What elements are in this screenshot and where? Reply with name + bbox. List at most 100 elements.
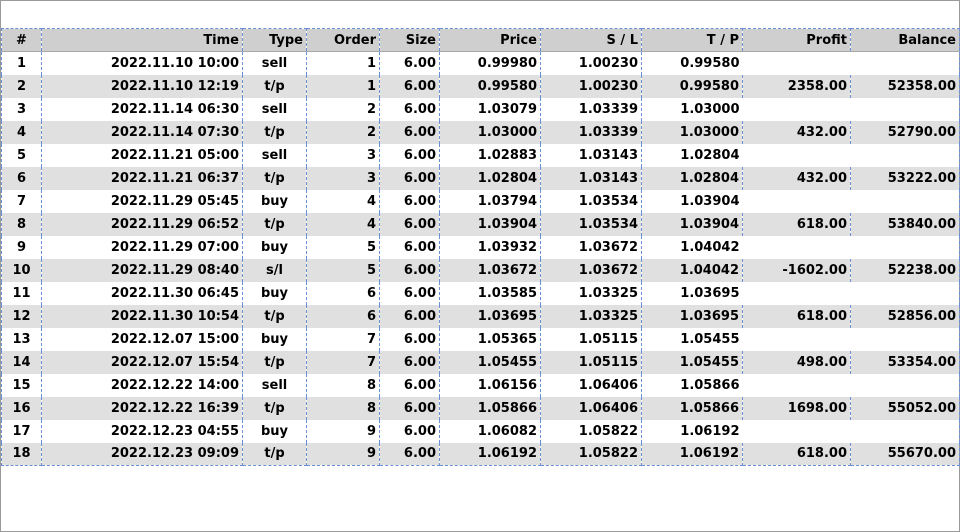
table-row[interactable]: 7 2022.11.29 05:45 buy 4 6.00 1.03794 1.03534 1… xyxy=(1,189,960,213)
col-header-balance[interactable]: Balance xyxy=(850,28,960,52)
cell-profit: 498.00 xyxy=(742,350,851,374)
cell-order: 9 xyxy=(306,419,380,443)
cell-stop-loss: 1.05822 xyxy=(540,419,642,443)
table-row[interactable]: 18 2022.12.23 09:09 t/p 9 6.00 1.06192 1.05822… xyxy=(1,442,960,466)
cell-balance: 52856.00 xyxy=(850,304,960,328)
table-row[interactable]: 16 2022.12.22 16:39 t/p 8 6.00 1.05866 1.06406… xyxy=(1,396,960,420)
cell-profit xyxy=(742,97,851,121)
col-header-number[interactable]: # xyxy=(1,28,42,52)
table-row[interactable]: 4 2022.11.14 07:30 t/p 2 6.00 1.03000 1.03339 1… xyxy=(1,120,960,144)
col-header-price[interactable]: Price xyxy=(439,28,541,52)
cell-profit: 618.00 xyxy=(742,304,851,328)
cell-balance: 55670.00 xyxy=(850,442,960,466)
col-header-order[interactable]: Order xyxy=(306,28,380,52)
cell-size: 6.00 xyxy=(379,281,440,305)
col-header-type[interactable]: Type xyxy=(242,28,307,52)
cell-order: 3 xyxy=(306,166,380,190)
cell-balance: 55052.00 xyxy=(850,396,960,420)
cell-balance xyxy=(850,143,960,167)
cell-size: 6.00 xyxy=(379,258,440,282)
table-row[interactable]: 8 2022.11.29 06:52 t/p 4 6.00 1.03904 1.03534 1… xyxy=(1,212,960,236)
cell-order: 1 xyxy=(306,51,380,75)
cell-price: 1.06156 xyxy=(439,373,541,397)
table-row[interactable]: 2 2022.11.10 12:19 t/p 1 6.00 0.99580 1.00230 0… xyxy=(1,74,960,98)
cell-price: 1.06082 xyxy=(439,419,541,443)
cell-stop-loss: 1.03143 xyxy=(540,143,642,167)
cell-size: 6.00 xyxy=(379,419,440,443)
cell-stop-loss: 1.06406 xyxy=(540,396,642,420)
col-header-stop-loss[interactable]: S / L xyxy=(540,28,642,52)
cell-size: 6.00 xyxy=(379,396,440,420)
cell-take-profit: 1.03695 xyxy=(641,281,743,305)
cell-balance: 53222.00 xyxy=(850,166,960,190)
cell-time: 2022.12.23 04:55 xyxy=(41,419,243,443)
cell-price: 1.02804 xyxy=(439,166,541,190)
cell-order: 3 xyxy=(306,143,380,167)
cell-balance xyxy=(850,189,960,213)
cell-number: 3 xyxy=(1,97,42,121)
cell-number: 14 xyxy=(1,350,42,374)
cell-size: 6.00 xyxy=(379,235,440,259)
cell-price: 1.03695 xyxy=(439,304,541,328)
cell-price: 1.03672 xyxy=(439,258,541,282)
cell-type: buy xyxy=(242,419,307,443)
cell-balance: 53840.00 xyxy=(850,212,960,236)
cell-size: 6.00 xyxy=(379,327,440,351)
cell-take-profit: 1.02804 xyxy=(641,143,743,167)
cell-time: 2022.11.29 05:45 xyxy=(41,189,243,213)
cell-take-profit: 1.05455 xyxy=(641,350,743,374)
cell-balance xyxy=(850,235,960,259)
cell-number: 1 xyxy=(1,51,42,75)
table-row[interactable]: 3 2022.11.14 06:30 sell 2 6.00 1.03079 1.03339… xyxy=(1,97,960,121)
cell-take-profit: 1.03904 xyxy=(641,189,743,213)
cell-size: 6.00 xyxy=(379,350,440,374)
cell-size: 6.00 xyxy=(379,373,440,397)
cell-number: 13 xyxy=(1,327,42,351)
cell-number: 11 xyxy=(1,281,42,305)
cell-time: 2022.11.10 10:00 xyxy=(41,51,243,75)
cell-time: 2022.11.30 10:54 xyxy=(41,304,243,328)
cell-take-profit: 1.02804 xyxy=(641,166,743,190)
table-row[interactable]: 5 2022.11.21 05:00 sell 3 6.00 1.02883 1.03143… xyxy=(1,143,960,167)
cell-type: sell xyxy=(242,373,307,397)
cell-take-profit: 1.03904 xyxy=(641,212,743,236)
table-row[interactable]: 1 2022.11.10 10:00 sell 1 6.00 0.99980 1.00230… xyxy=(1,51,960,75)
table-row[interactable]: 15 2022.12.22 14:00 sell 8 6.00 1.06156 1.0640… xyxy=(1,373,960,397)
cell-profit: 1698.00 xyxy=(742,396,851,420)
table-row[interactable]: 11 2022.11.30 06:45 buy 6 6.00 1.03585 1.03325… xyxy=(1,281,960,305)
table-row[interactable]: 14 2022.12.07 15:54 t/p 7 6.00 1.05455 1.05115… xyxy=(1,350,960,374)
cell-take-profit: 1.03695 xyxy=(641,304,743,328)
cell-take-profit: 1.04042 xyxy=(641,235,743,259)
cell-order: 2 xyxy=(306,120,380,144)
cell-price: 1.05455 xyxy=(439,350,541,374)
table-row[interactable]: 9 2022.11.29 07:00 buy 5 6.00 1.03932 1.03672 1… xyxy=(1,235,960,259)
col-header-profit[interactable]: Profit xyxy=(742,28,851,52)
cell-balance xyxy=(850,97,960,121)
col-header-take-profit[interactable]: T / P xyxy=(641,28,743,52)
cell-number: 4 xyxy=(1,120,42,144)
table-row[interactable]: 13 2022.12.07 15:00 buy 7 6.00 1.05365 1.05115… xyxy=(1,327,960,351)
cell-profit xyxy=(742,419,851,443)
cell-stop-loss: 1.03672 xyxy=(540,235,642,259)
cell-time: 2022.12.07 15:00 xyxy=(41,327,243,351)
cell-number: 18 xyxy=(1,442,42,466)
cell-type: buy xyxy=(242,327,307,351)
table-row[interactable]: 10 2022.11.29 08:40 s/l 5 6.00 1.03672 1.03672… xyxy=(1,258,960,282)
cell-type: sell xyxy=(242,97,307,121)
cell-take-profit: 0.99580 xyxy=(641,51,743,75)
col-header-size[interactable]: Size xyxy=(379,28,440,52)
cell-balance: 53354.00 xyxy=(850,350,960,374)
col-header-time[interactable]: Time xyxy=(41,28,243,52)
cell-stop-loss: 1.06406 xyxy=(540,373,642,397)
cell-stop-loss: 1.03325 xyxy=(540,304,642,328)
table-row[interactable]: 17 2022.12.23 04:55 buy 9 6.00 1.06082 1.05822… xyxy=(1,419,960,443)
table-row[interactable]: 6 2022.11.21 06:37 t/p 3 6.00 1.02804 1.03143 1… xyxy=(1,166,960,190)
cell-profit xyxy=(742,143,851,167)
cell-time: 2022.12.07 15:54 xyxy=(41,350,243,374)
cell-number: 7 xyxy=(1,189,42,213)
cell-order: 8 xyxy=(306,373,380,397)
cell-stop-loss: 1.00230 xyxy=(540,74,642,98)
cell-profit xyxy=(742,281,851,305)
cell-stop-loss: 1.03143 xyxy=(540,166,642,190)
table-row[interactable]: 12 2022.11.30 10:54 t/p 6 6.00 1.03695 1.03325… xyxy=(1,304,960,328)
